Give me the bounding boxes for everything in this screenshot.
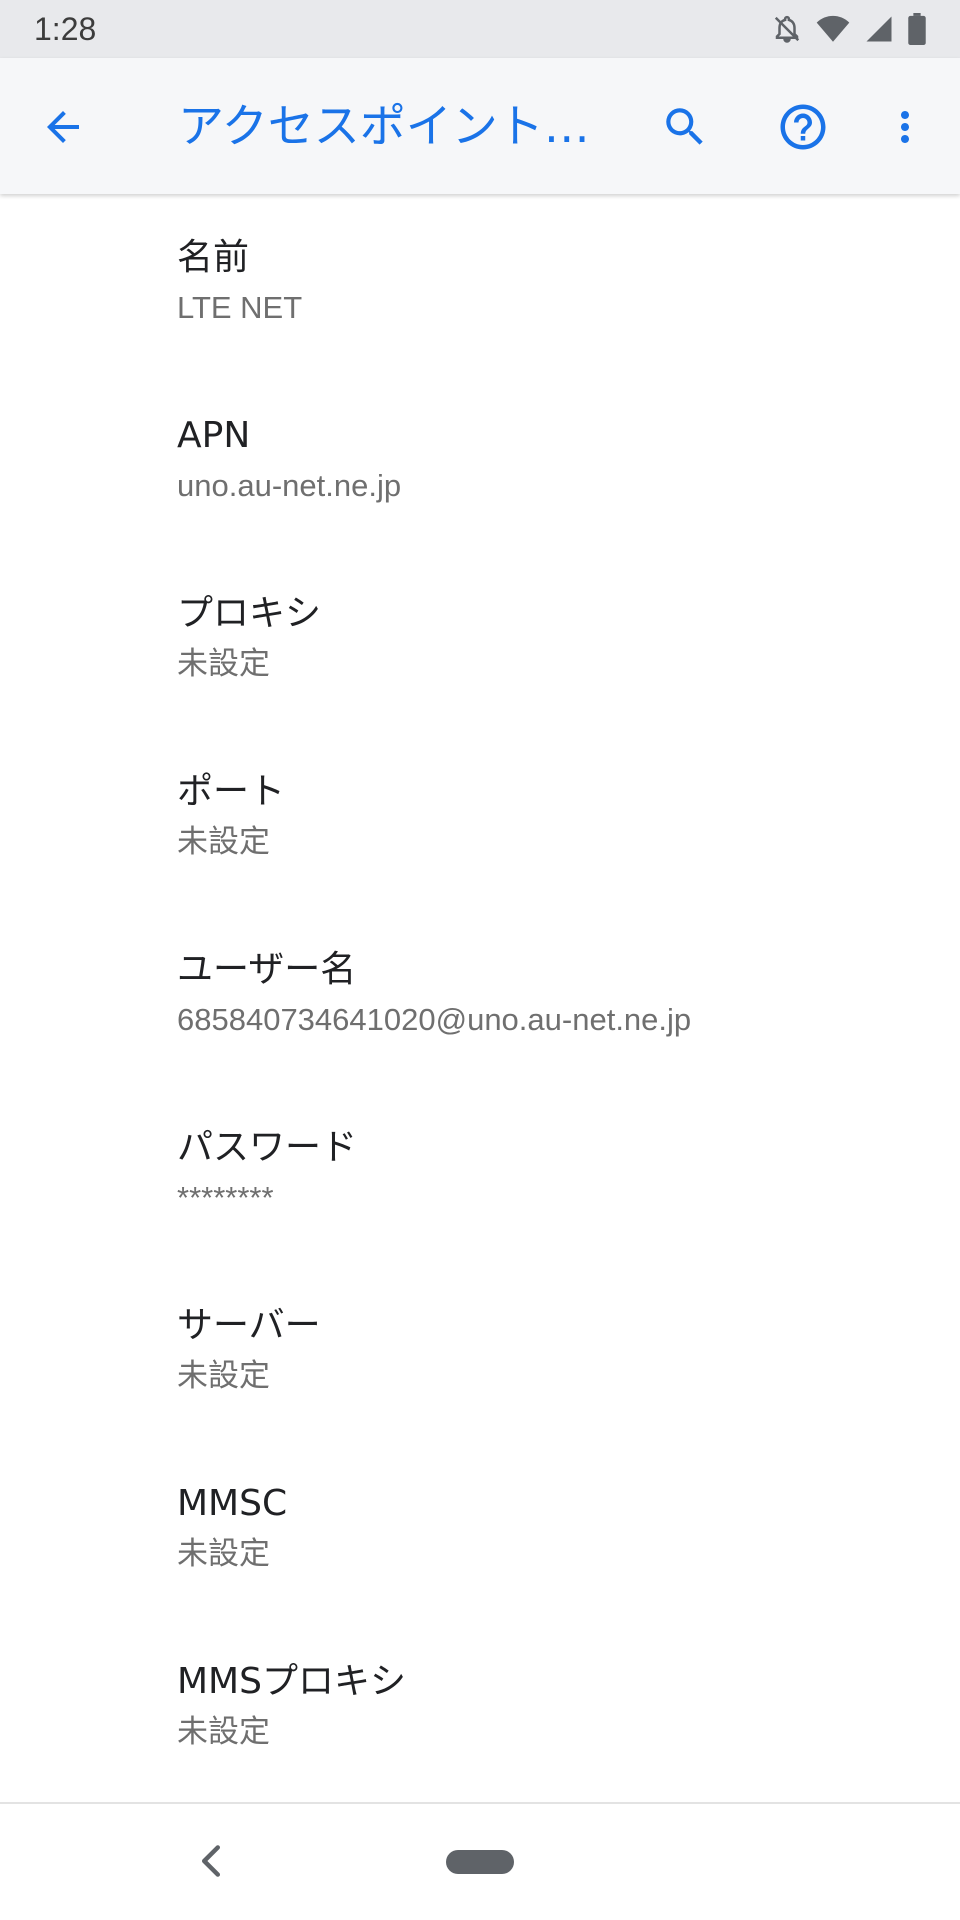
setting-value: 未設定: [177, 824, 270, 859]
battery-icon: [908, 13, 926, 45]
setting-title: 名前: [177, 237, 250, 278]
bell-off-icon: [772, 14, 802, 44]
setting-value: 685840734641020@uno.au-net.ne.jp: [177, 1002, 692, 1037]
back-arrow-icon: [47, 111, 79, 143]
setting-mms-proxy[interactable]: MMSプロキシ 未設定: [0, 1618, 960, 1796]
help-button[interactable]: [770, 94, 836, 160]
setting-apn[interactable]: APN uno.au-net.ne.jp: [0, 372, 960, 550]
nav-back-icon: [201, 1845, 221, 1877]
setting-title: MMSプロキシ: [177, 1661, 406, 1702]
nav-back-button[interactable]: [186, 1836, 236, 1886]
setting-value: LTE NET: [177, 290, 303, 325]
setting-value: 未設定: [177, 1358, 270, 1393]
setting-name[interactable]: 名前 LTE NET: [0, 194, 960, 372]
home-pill-icon[interactable]: [446, 1850, 514, 1874]
setting-title: APN: [177, 415, 251, 456]
setting-value: ********: [177, 1180, 274, 1215]
setting-title: ユーザー名: [177, 949, 357, 990]
more-vert-icon: [901, 111, 909, 143]
setting-title: パスワード: [177, 1127, 358, 1168]
setting-value: uno.au-net.ne.jp: [177, 468, 402, 503]
app-bar: アクセスポイント…: [0, 58, 960, 194]
setting-title: サーバー: [177, 1305, 321, 1346]
setting-value: 未設定: [177, 1714, 270, 1749]
setting-mmsc[interactable]: MMSC 未設定: [0, 1440, 960, 1618]
back-button[interactable]: [30, 94, 96, 160]
status-time: 1:28: [34, 10, 97, 47]
cellular-signal-icon: [864, 14, 894, 44]
more-options-button[interactable]: [872, 94, 938, 160]
search-button[interactable]: [652, 94, 718, 160]
status-icons: [772, 13, 926, 45]
apn-settings-list: 名前 LTE NET APN uno.au-net.ne.jp プロキシ 未設定…: [0, 194, 960, 1796]
system-nav-bar: [0, 1802, 960, 1920]
setting-port[interactable]: ポート 未設定: [0, 728, 960, 906]
setting-title: ポート: [177, 771, 286, 812]
status-bar: 1:28: [0, 0, 960, 58]
page-title: アクセスポイント…: [178, 99, 590, 153]
setting-server[interactable]: サーバー 未設定: [0, 1262, 960, 1440]
setting-value: 未設定: [177, 646, 270, 681]
setting-password[interactable]: パスワード ********: [0, 1084, 960, 1262]
setting-value: 未設定: [177, 1536, 270, 1571]
search-icon: [666, 108, 703, 145]
wifi-icon: [816, 14, 850, 44]
setting-title: MMSC: [177, 1483, 288, 1524]
setting-title: プロキシ: [177, 593, 322, 634]
help-icon: [780, 104, 826, 150]
setting-username[interactable]: ユーザー名 685840734641020@uno.au-net.ne.jp: [0, 906, 960, 1084]
setting-proxy[interactable]: プロキシ 未設定: [0, 550, 960, 728]
